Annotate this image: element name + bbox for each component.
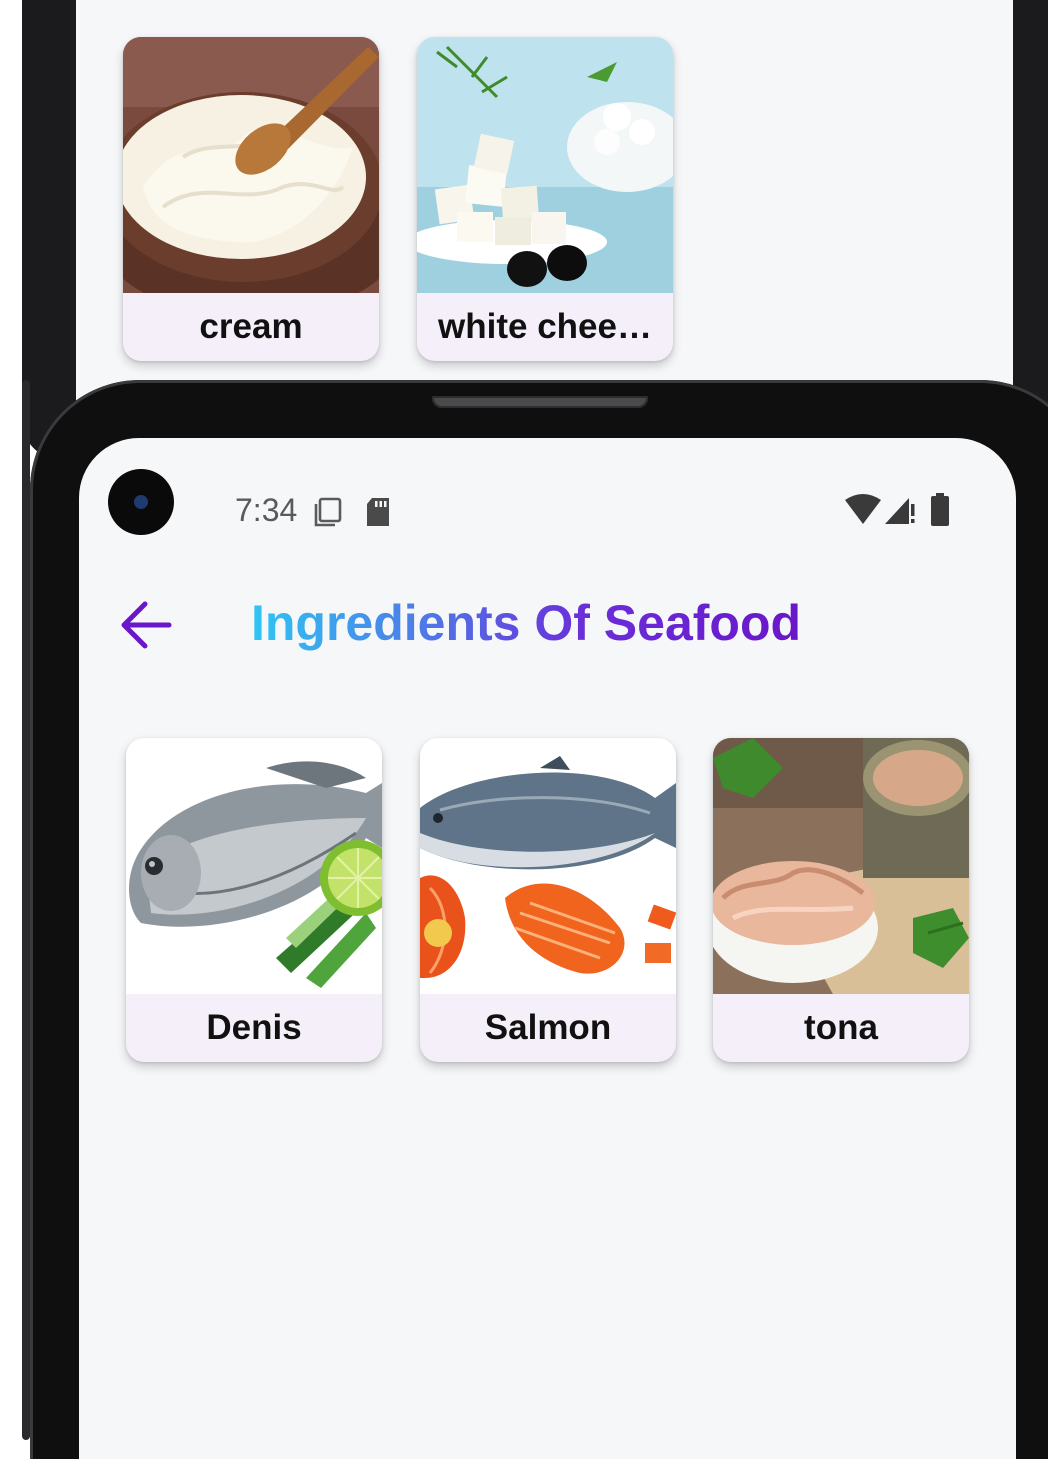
card-label: tona <box>804 1008 878 1047</box>
page-title: Ingredients Of Seafood <box>251 588 801 658</box>
device-mockup: cream white chee… 7:34 Ingredients Of Se… <box>0 0 1048 1459</box>
arrow-left-icon[interactable] <box>117 596 175 654</box>
front-camera <box>108 469 174 535</box>
sea-bream-image <box>126 738 382 994</box>
cell-signal-icon <box>885 498 915 524</box>
canned-tuna-image <box>713 738 969 994</box>
ingredient-card-cream[interactable]: cream <box>123 37 379 361</box>
ingredient-card-denis[interactable]: Denis <box>126 738 382 1062</box>
status-time: 7:34 <box>235 492 298 528</box>
ingredient-card-salmon[interactable]: Salmon <box>420 738 676 1062</box>
front-phone-screen: 7:34 Ingredients Of Seafood Denis Salmon… <box>79 438 1016 1459</box>
card-label: cream <box>199 307 303 346</box>
white-cheese-image <box>417 37 673 293</box>
back-phone-edge <box>22 380 30 1440</box>
top-app-bar: Ingredients Of Seafood <box>79 578 1016 678</box>
salmon-image <box>420 738 676 994</box>
earpiece-speaker <box>432 396 648 408</box>
card-label: Salmon <box>484 1008 612 1047</box>
card-label: Denis <box>206 1008 302 1047</box>
wifi-icon <box>845 494 881 524</box>
ingredient-card-tona[interactable]: tona <box>713 738 969 1062</box>
card-label: white chee… <box>438 307 652 346</box>
ingredient-card-white-cheese[interactable]: white chee… <box>417 37 673 361</box>
sd-card-icon <box>367 498 389 526</box>
back-phone-screen: cream white chee… <box>76 0 1013 420</box>
status-bar: 7:34 <box>79 438 1016 578</box>
cream-image <box>123 37 379 293</box>
screenshot-icon <box>314 497 342 527</box>
battery-icon <box>931 493 949 526</box>
